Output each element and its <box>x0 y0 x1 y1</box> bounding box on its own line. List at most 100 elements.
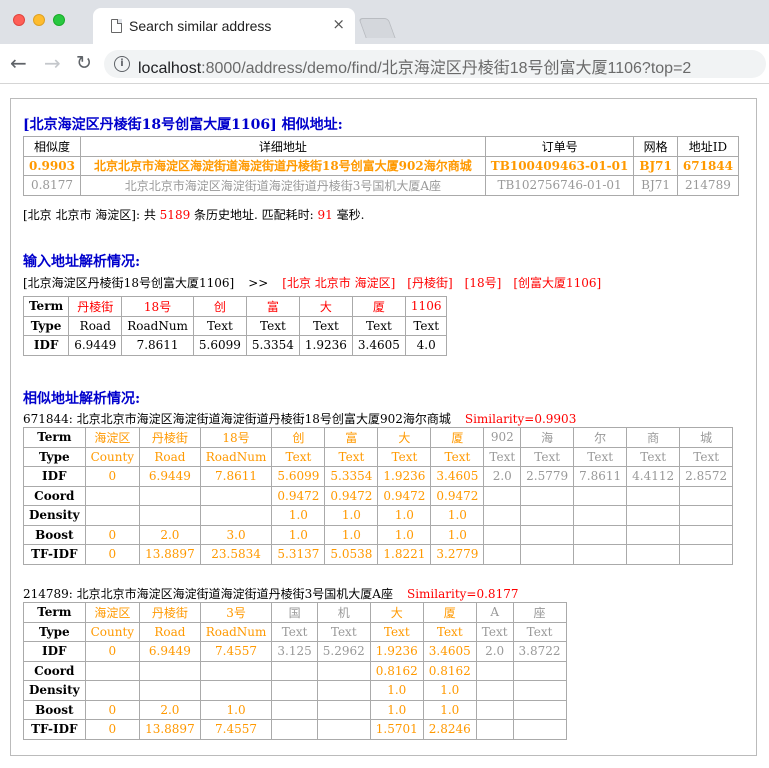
row-label: Boost <box>23 699 86 720</box>
header-address: 详细地址 <box>79 136 486 157</box>
table-cell: 1.9236 <box>298 335 353 356</box>
table-cell: 0 <box>84 641 141 662</box>
table-cell: 5.3137 <box>271 544 326 565</box>
table-cell: Text <box>271 621 318 642</box>
row-label: Type <box>22 315 70 336</box>
table-row: 0.9903 北京北京市海淀区海淀街道海淀街道丹棱街18号创富大厦902海尔商城… <box>23 155 740 176</box>
row-label: Density <box>23 680 86 701</box>
table-cell: 1.0 <box>324 505 379 526</box>
table-cell: 0.9472 <box>324 485 379 506</box>
cell-similarity: 0.9903 <box>23 155 81 176</box>
table-cell: 2.0 <box>139 524 201 545</box>
table-cell: 0.9472 <box>271 485 326 506</box>
table-cell <box>139 485 201 506</box>
cell-order: TB100409463-01-01 <box>484 155 635 176</box>
close-tab-icon[interactable]: × <box>332 15 345 33</box>
summary-mid: 条历史地址. 匹配耗时: <box>190 208 318 222</box>
table-row: Boost 0 2.0 3.0 1.0 1.0 1.0 1.0 <box>23 524 734 545</box>
minimize-window-button[interactable] <box>33 14 45 26</box>
table-cell <box>84 505 141 526</box>
table-cell: Text <box>679 446 734 467</box>
table-cell <box>679 505 734 526</box>
table-cell: Text <box>298 315 353 336</box>
row-label: Term <box>22 296 70 317</box>
summary-suffix: 毫秒. <box>332 208 365 222</box>
similar-b-score: Similarity=0.8177 <box>406 587 519 601</box>
table-cell <box>84 485 141 506</box>
parse-table: Term 丹棱街 18号创富大厦 1106 Type Road RoadNum Text Tex… <box>22 296 448 356</box>
table-cell: 3.2779 <box>430 544 485 565</box>
table-cell <box>139 660 201 681</box>
table-cell: 3.0 <box>199 524 273 545</box>
row-label: Term <box>23 427 86 448</box>
table-cell <box>475 680 514 701</box>
table-cell: 6.9449 <box>139 641 201 662</box>
table-cell: 1.0 <box>377 524 432 545</box>
table-row: Type County Road RoadNum Text Text Text Text Tex… <box>23 621 567 642</box>
table-cell: 1.0 <box>199 699 273 720</box>
maximize-window-button[interactable] <box>53 14 65 26</box>
table-cell: 7.4557 <box>199 719 273 740</box>
table-cell: Text <box>192 315 247 336</box>
results-header-row: 相似度 详细地址 订单号 网格 地址ID <box>23 136 740 157</box>
table-cell <box>483 524 522 545</box>
table-cell <box>573 524 628 545</box>
table-cell: 1.0 <box>430 505 485 526</box>
table-cell: 5.3354 <box>324 466 379 487</box>
browser-tab[interactable]: Search similar address × <box>93 8 355 44</box>
table-cell <box>512 680 567 701</box>
table-cell: 富 <box>245 296 300 317</box>
table-cell: Text <box>430 446 485 467</box>
table-cell: 商 <box>626 427 681 448</box>
summary-prefix: [北京 北京市 海淀区]: 共 <box>23 208 160 222</box>
table-cell: 3号 <box>199 602 273 623</box>
row-label: Type <box>23 446 86 467</box>
table-row: Term 海淀区 丹棱街 3号国机大厦 A 座 <box>23 602 567 623</box>
table-cell <box>512 699 567 720</box>
table-row: TF-IDF 0 13.8897 23.5834 5.3137 5.0538 1.8221 3… <box>23 544 734 565</box>
table-cell: 1.0 <box>271 524 326 545</box>
table-cell: 丹棱街 <box>68 296 123 317</box>
table-row: Type Road RoadNum Text Text Text Text Text <box>22 315 448 336</box>
close-window-button[interactable] <box>13 14 25 26</box>
table-cell: 海淀区 <box>84 427 141 448</box>
similar-a-table: Term 海淀区 丹棱街 18号创富大厦 902 海尔商城 Type County Road Ro… <box>23 427 734 565</box>
table-cell <box>520 524 575 545</box>
similar-b-table: Term 海淀区 丹棱街 3号国机大厦 A 座 Type County Road RoadNum T… <box>23 602 567 740</box>
table-cell: 2.8246 <box>422 719 477 740</box>
table-cell: 0.9472 <box>377 485 432 506</box>
parse-input: [北京海淀区丹棱街18号创富大厦1106] <box>23 276 235 290</box>
cell-grid: BJ71 <box>633 175 678 196</box>
table-cell <box>679 485 734 506</box>
url-path: :8000/address/demo/find/北京海淀区丹棱街18号创富大厦1… <box>201 60 692 77</box>
table-cell: 大 <box>377 427 432 448</box>
table-cell <box>475 660 514 681</box>
table-cell: Road <box>139 446 201 467</box>
table-cell: 5.3354 <box>245 335 300 356</box>
row-label: IDF <box>23 466 86 487</box>
table-cell <box>626 524 681 545</box>
browser-chrome: Search similar address × ← → ↻ i localho… <box>0 0 769 84</box>
table-cell: 3.4605 <box>430 466 485 487</box>
table-cell: 1.5701 <box>369 719 424 740</box>
table-cell: 0 <box>84 699 141 720</box>
new-tab-button[interactable] <box>358 18 396 38</box>
table-cell: 0 <box>84 524 141 545</box>
table-cell <box>679 544 734 565</box>
table-cell: 18号 <box>121 296 194 317</box>
back-arrow-icon[interactable]: ← <box>10 52 27 74</box>
info-icon[interactable]: i <box>114 56 130 72</box>
table-cell <box>573 505 628 526</box>
row-label: TF-IDF <box>23 719 86 740</box>
table-cell: 5.6099 <box>192 335 247 356</box>
table-cell: 5.6099 <box>271 466 326 487</box>
reload-icon[interactable]: ↻ <box>76 52 92 74</box>
url-text[interactable]: localhost:8000/address/demo/find/北京海淀区丹棱… <box>138 54 691 78</box>
table-cell: 厦 <box>351 296 406 317</box>
similar-a-score: Similarity=0.9903 <box>464 412 577 426</box>
forward-arrow-icon[interactable]: → <box>44 52 61 74</box>
table-cell: 尔 <box>573 427 628 448</box>
address-bar[interactable]: i localhost:8000/address/demo/find/北京海淀区… <box>104 50 766 78</box>
table-cell: 机 <box>316 602 371 623</box>
row-label: Coord <box>23 660 86 681</box>
